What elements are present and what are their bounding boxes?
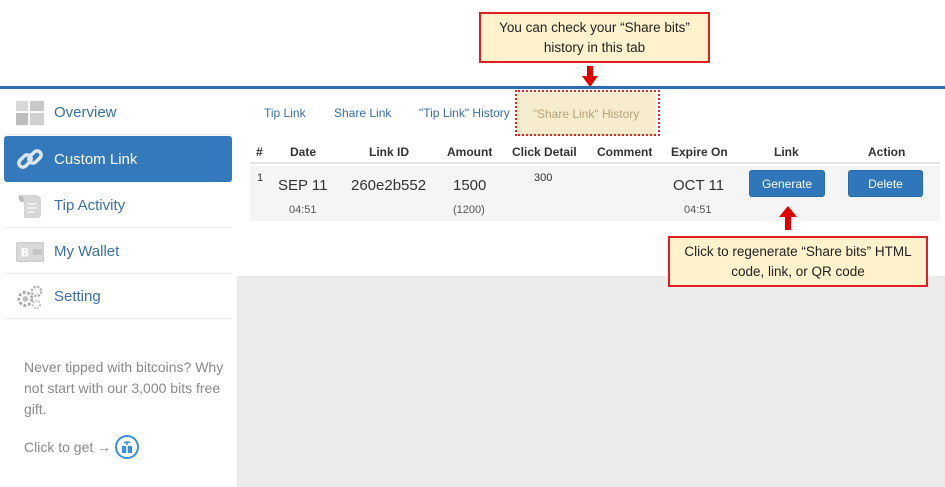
generate-button[interactable]: Generate bbox=[749, 170, 825, 197]
promo-text: Never tipped with bitcoins? Why not star… bbox=[24, 359, 224, 417]
row-expire-time: 04:51 bbox=[684, 204, 712, 216]
tab-hint-callout: You can check your “Share bits” history … bbox=[479, 12, 710, 63]
table-header: # Date Link ID Amount Click Detail Comme… bbox=[250, 139, 940, 164]
sidebar-item-setting[interactable]: Setting bbox=[4, 275, 232, 319]
main-content: Tip Link Share Link "Tip Link" History "… bbox=[237, 89, 945, 487]
sidebar-item-label: Setting bbox=[54, 288, 101, 305]
gift-icon bbox=[115, 435, 140, 459]
tab-hint-text: You can check your “Share bits” history … bbox=[499, 19, 690, 55]
tab-tip-link-history[interactable]: "Tip Link" History bbox=[419, 106, 510, 120]
sidebar-item-label: Overview bbox=[54, 104, 117, 121]
svg-text:B: B bbox=[21, 246, 30, 259]
promo-link[interactable]: Click to get → bbox=[24, 435, 140, 459]
col-num: # bbox=[256, 145, 263, 159]
sidebar-item-my-wallet[interactable]: B My Wallet bbox=[4, 230, 232, 274]
col-amount: Amount bbox=[447, 145, 493, 159]
sidebar: Overview Custom Link Tip Activity B My W… bbox=[0, 89, 237, 487]
col-link-id: Link ID bbox=[369, 145, 410, 159]
sidebar-item-custom-link[interactable]: Custom Link bbox=[4, 136, 232, 182]
row-link-id: 260e2b552 bbox=[351, 177, 427, 194]
row-time: 04:51 bbox=[289, 204, 317, 216]
row-number: 1 bbox=[257, 172, 264, 184]
col-comment: Comment bbox=[597, 145, 653, 159]
sidebar-item-label: Tip Activity bbox=[54, 197, 126, 214]
gears-icon bbox=[16, 283, 44, 311]
row-expire-date: OCT 11 bbox=[673, 177, 725, 194]
sidebar-item-label: My Wallet bbox=[54, 243, 120, 260]
row-click-detail[interactable]: 300 bbox=[534, 172, 552, 184]
col-link: Link bbox=[774, 145, 799, 159]
grid-icon bbox=[16, 99, 44, 127]
chain-link-icon bbox=[16, 145, 44, 173]
col-action: Action bbox=[868, 145, 906, 159]
row-date: SEP 11 bbox=[278, 177, 328, 194]
delete-button[interactable]: Delete bbox=[848, 170, 923, 197]
col-expire-on: Expire On bbox=[671, 145, 728, 159]
promo-link-label: Click to get → bbox=[24, 439, 112, 455]
row-amount: 1500 bbox=[453, 177, 487, 194]
col-click-detail: Click Detail bbox=[512, 145, 577, 159]
regenerate-hint-text: Click to regenerate “Share bits” HTML co… bbox=[684, 243, 912, 279]
tab-highlight-box bbox=[515, 90, 660, 136]
wallet-icon: B bbox=[16, 238, 44, 266]
row-amount-sub: (1200) bbox=[453, 204, 485, 216]
tab-tip-link[interactable]: Tip Link bbox=[264, 106, 306, 120]
sidebar-item-overview[interactable]: Overview bbox=[4, 91, 232, 135]
down-arrow-icon bbox=[582, 66, 598, 87]
scroll-icon bbox=[16, 192, 44, 220]
sidebar-item-label: Custom Link bbox=[54, 150, 138, 168]
up-arrow-icon bbox=[779, 206, 797, 230]
table-row: 1 SEP 11 04:51 260e2b552 1500 (1200) 300… bbox=[250, 166, 940, 221]
tab-share-link[interactable]: Share Link bbox=[334, 106, 391, 120]
sidebar-item-tip-activity[interactable]: Tip Activity bbox=[4, 184, 232, 228]
col-date: Date bbox=[290, 145, 317, 159]
regenerate-hint-callout: Click to regenerate “Share bits” HTML co… bbox=[668, 236, 928, 287]
